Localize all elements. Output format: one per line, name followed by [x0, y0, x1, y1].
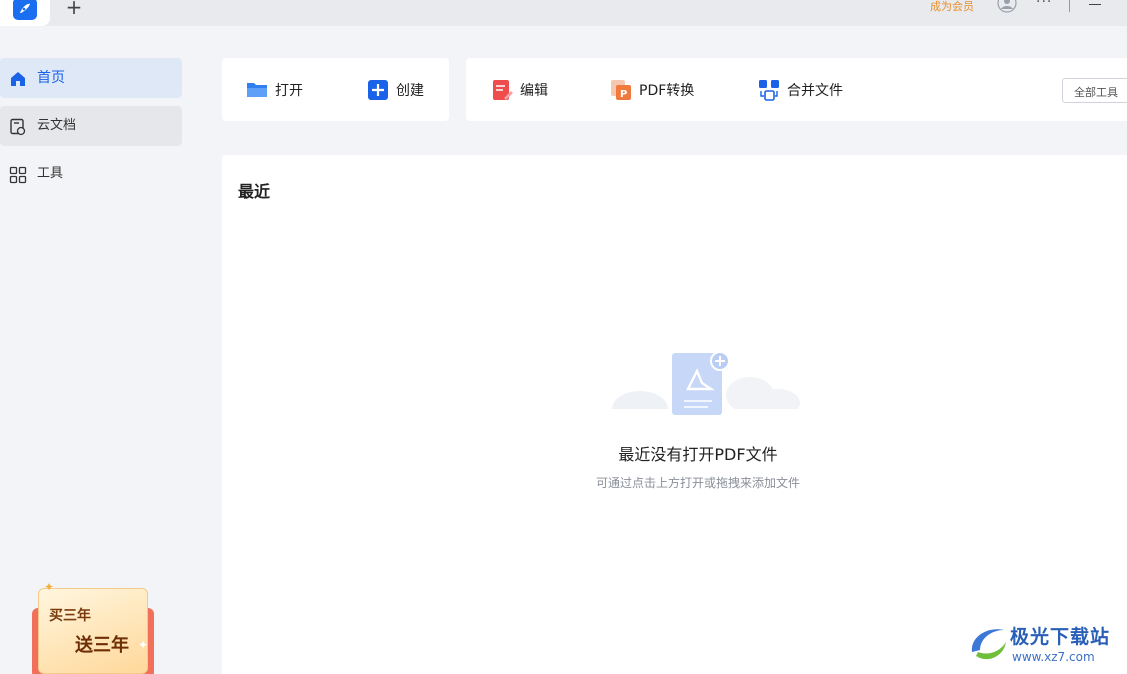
new-tab-button[interactable]: +	[64, 0, 84, 17]
svg-text:P: P	[620, 89, 627, 100]
avatar-icon[interactable]	[996, 0, 1018, 14]
sidebar-item-label: 云文档	[37, 118, 77, 133]
promo-banner[interactable]: 买三年 送三年 ✦ ✦	[30, 580, 154, 674]
edit-doc-icon	[491, 79, 513, 101]
recent-panel: 最近 最近没有打开PDF文件 可通过点击上方打开或拖拽来添加文件	[222, 155, 1127, 674]
sparkle-icon: ✦	[138, 638, 149, 652]
watermark: 极光下载站 www.xz7.com	[966, 620, 1126, 670]
merge-icon	[758, 79, 780, 101]
empty-state-subtitle: 可通过点击上方打开或拖拽来添加文件	[595, 476, 800, 490]
promo-card: 买三年 送三年	[38, 588, 148, 674]
become-vip-link[interactable]: 成为会员	[930, 0, 974, 14]
home-icon	[9, 70, 27, 88]
promo-line-1: 买三年	[49, 608, 91, 624]
cloud-doc-icon	[9, 118, 27, 136]
sidebar-item-label: 工具	[37, 166, 64, 181]
watermark-url: www.xz7.com	[1012, 650, 1095, 664]
watermark-title: 极光下载站	[1010, 626, 1111, 648]
pdf-convert-tool-button[interactable]: P PDF转换	[610, 78, 694, 102]
folder-icon	[246, 79, 268, 101]
sidebar-item-cloud-docs[interactable]: 云文档	[0, 106, 182, 146]
edit-tool-button[interactable]: 编辑	[491, 78, 548, 102]
open-button[interactable]: 打开	[246, 78, 303, 102]
sparkle-icon: ✦	[44, 580, 55, 594]
sidebar-item-home[interactable]: 首页	[0, 58, 182, 98]
app-logo-icon	[13, 0, 37, 20]
quick-actions-card: 打开 创建	[222, 58, 449, 121]
all-tools-button[interactable]: 全部工具	[1062, 78, 1127, 103]
create-label: 创建	[396, 83, 424, 99]
sidebar-item-tools[interactable]: 工具	[0, 154, 182, 194]
titlebar-divider	[1069, 0, 1070, 12]
plus-square-icon	[367, 79, 389, 101]
edit-label: 编辑	[520, 83, 548, 99]
more-icon[interactable]: ···	[1036, 0, 1052, 10]
merge-files-tool-button[interactable]: 合并文件	[758, 78, 843, 102]
pdf-convert-icon: P	[610, 79, 632, 101]
empty-pdf-illustration	[610, 351, 800, 427]
app-tab[interactable]	[0, 0, 50, 26]
open-label: 打开	[275, 83, 303, 99]
merge-files-label: 合并文件	[787, 83, 843, 99]
create-button[interactable]: 创建	[367, 78, 424, 102]
title-bar: + 成为会员 ···	[0, 0, 1127, 26]
empty-state-title: 最近没有打开PDF文件	[618, 445, 778, 464]
tools-card: 编辑 P PDF转换 合并文件	[466, 58, 1127, 121]
grid-icon	[9, 166, 27, 184]
pdf-convert-label: PDF转换	[639, 83, 695, 99]
sidebar-item-label: 首页	[37, 70, 65, 86]
promo-line-2: 送三年	[75, 635, 129, 656]
sidebar: 首页 云文档 工具 买三年 送三年 ✦ ✦	[0, 26, 189, 674]
recent-title: 最近	[238, 182, 271, 201]
main-content: 打开 创建 编辑 P PDF转换 合并文件 全部工具 最近 最近没有打开PDF文…	[189, 26, 1127, 674]
watermark-logo-icon	[971, 629, 1006, 660]
minimize-icon[interactable]	[1089, 4, 1101, 5]
